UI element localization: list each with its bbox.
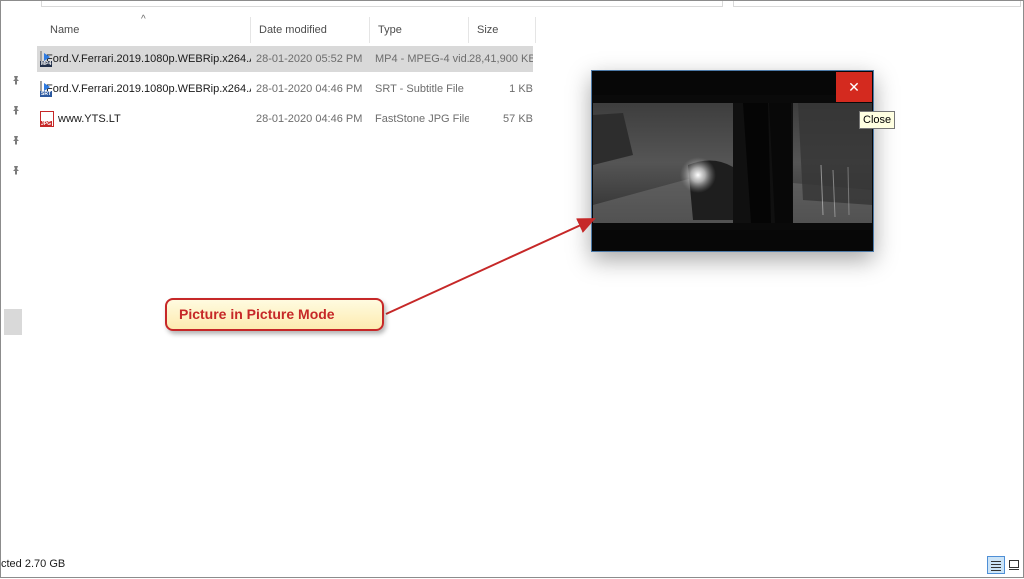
file-name-cell: MP4 Ford.V.Ferrari.2019.1080p.WEBRip.x26… xyxy=(37,51,251,67)
column-header-name-label: Name xyxy=(50,24,80,36)
large-icons-view-icon xyxy=(1009,560,1019,570)
details-view-icon xyxy=(991,561,1001,571)
video-scene-image xyxy=(593,95,872,230)
file-name-cell: SRT Ford.V.Ferrari.2019.1080p.WEBRip.x26… xyxy=(37,81,251,97)
search-box-edge[interactable] xyxy=(733,1,1021,7)
pin-icon[interactable] xyxy=(7,155,25,185)
pip-close-button[interactable]: ✕ xyxy=(836,72,872,102)
file-date: 28-01-2020 05:52 PM xyxy=(256,53,363,65)
quick-access-pins xyxy=(7,65,25,185)
column-header-type[interactable]: Type xyxy=(370,17,469,43)
file-date: 28-01-2020 04:46 PM xyxy=(256,83,363,95)
file-name-cell: JPG www.YTS.LT xyxy=(37,111,251,127)
file-size: 28,41,900 KB xyxy=(469,53,533,65)
pin-icon[interactable] xyxy=(7,65,25,95)
file-name: www.YTS.LT xyxy=(58,113,121,125)
column-header-row: ^ Name Date modified Type Size xyxy=(37,14,536,43)
annotation-callout: Picture in Picture Mode xyxy=(165,298,384,331)
pin-icon[interactable] xyxy=(7,125,25,155)
srt-file-icon: SRT xyxy=(40,81,52,97)
file-type: MP4 - MPEG-4 vid... xyxy=(375,53,469,65)
large-icons-view-button[interactable] xyxy=(1005,556,1023,574)
jpg-file-icon: JPG xyxy=(40,111,54,127)
details-view-button[interactable] xyxy=(987,556,1005,574)
column-header-date[interactable]: Date modified xyxy=(251,17,370,43)
mp4-file-icon: MP4 xyxy=(40,51,53,67)
pin-icon[interactable] xyxy=(7,95,25,125)
column-header-name[interactable]: ^ Name xyxy=(37,14,251,43)
file-row[interactable]: JPG www.YTS.LT 28-01-2020 04:46 PM FastS… xyxy=(37,106,533,132)
nav-pane-scrollbar-thumb[interactable] xyxy=(4,309,22,335)
file-size: 1 KB xyxy=(509,83,533,95)
file-name: Ford.V.Ferrari.2019.1080p.WEBRip.x264.A.… xyxy=(46,83,251,95)
file-row[interactable]: MP4 Ford.V.Ferrari.2019.1080p.WEBRip.x26… xyxy=(37,46,533,72)
video-frame[interactable] xyxy=(593,95,872,230)
top-toolbar-edges xyxy=(1,1,1024,7)
file-row[interactable]: SRT Ford.V.Ferrari.2019.1080p.WEBRip.x26… xyxy=(37,76,533,102)
file-list: MP4 Ford.V.Ferrari.2019.1080p.WEBRip.x26… xyxy=(37,46,533,136)
file-date: 28-01-2020 04:46 PM xyxy=(256,113,363,125)
status-text: cted 2.70 GB xyxy=(1,558,66,570)
pip-video-window[interactable]: ✕ xyxy=(591,70,874,252)
file-type: SRT - Subtitle File xyxy=(375,83,464,95)
file-size: 57 KB xyxy=(503,113,533,125)
sort-ascending-icon: ^ xyxy=(141,14,146,25)
column-header-size[interactable]: Size xyxy=(469,17,536,43)
status-bar: cted 2.70 GB xyxy=(1,554,1024,576)
file-name: Ford.V.Ferrari.2019.1080p.WEBRip.x264.A.… xyxy=(46,53,251,65)
close-tooltip: Close xyxy=(859,111,896,129)
file-type: FastStone JPG File xyxy=(375,113,469,125)
